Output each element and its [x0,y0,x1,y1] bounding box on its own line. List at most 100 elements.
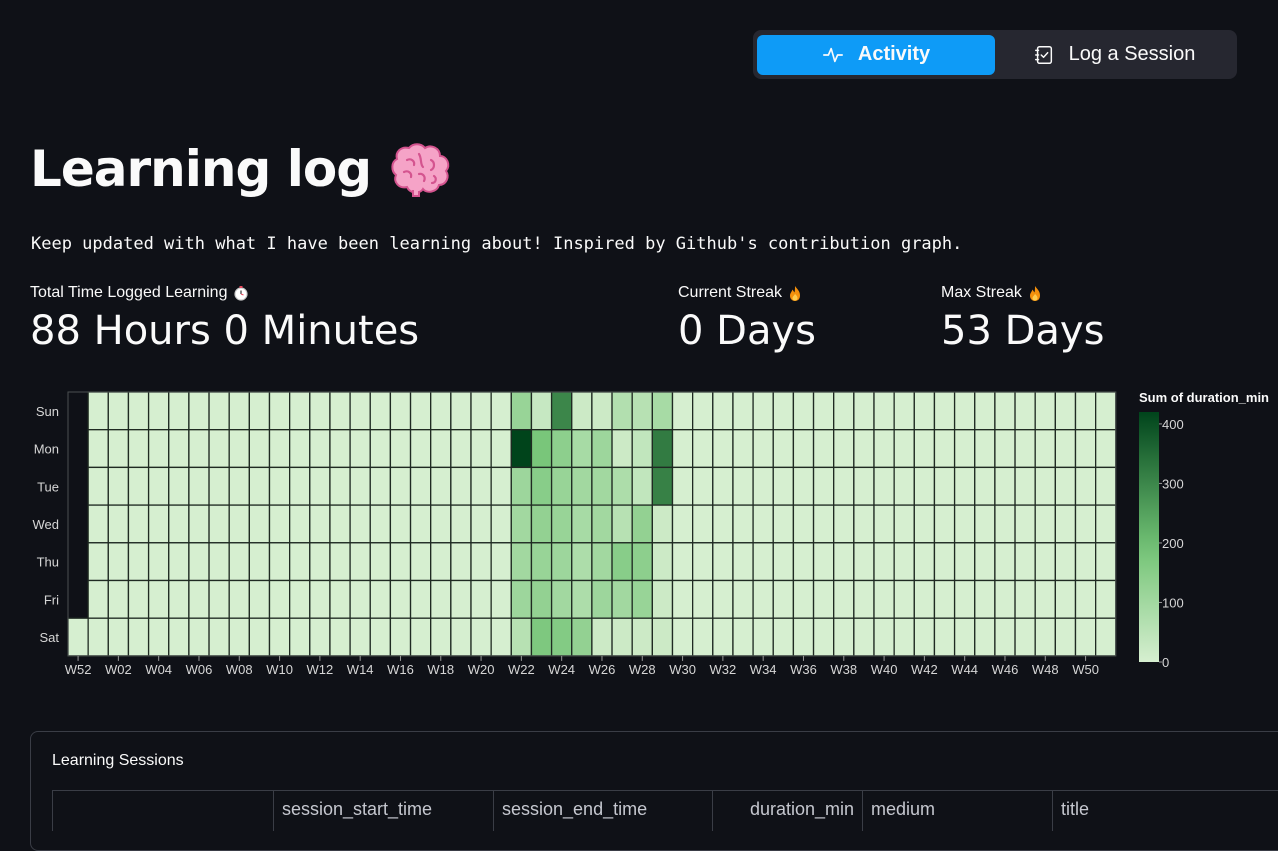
heatmap-cell[interactable] [611,504,633,544]
heatmap-cell[interactable] [1074,391,1097,431]
heatmap-cell[interactable] [450,579,472,619]
heatmap-cell[interactable] [168,466,190,506]
heatmap-cell[interactable] [430,542,452,582]
heatmap-cell[interactable] [329,429,351,469]
heatmap-cell[interactable] [893,579,915,619]
heatmap-cell[interactable] [732,579,754,619]
heatmap-cell[interactable] [812,504,835,544]
heatmap-cell[interactable] [208,391,230,431]
heatmap-cell[interactable] [409,617,432,657]
heatmap-cell[interactable] [248,579,271,619]
heatmap-cell[interactable] [611,579,633,619]
heatmap-cell[interactable] [349,466,371,506]
heatmap-cell[interactable] [591,466,613,506]
heatmap-cell[interactable] [591,391,613,431]
heatmap-cell[interactable] [692,617,714,657]
heatmap-cell[interactable] [772,617,795,657]
heatmap-cell[interactable] [611,542,633,582]
heatmap-cell[interactable] [853,429,875,469]
heatmap-cell[interactable] [409,391,432,431]
heatmap-cell[interactable] [530,617,553,657]
heatmap-cell[interactable] [470,504,492,544]
heatmap-cell[interactable] [812,466,835,506]
heatmap-cell[interactable] [994,391,1016,431]
heatmap-cell[interactable] [470,542,492,582]
heatmap-cell[interactable] [1095,579,1117,619]
heatmap-cell[interactable] [994,504,1016,544]
heatmap-cell[interactable] [329,542,351,582]
heatmap-cell[interactable] [389,391,412,431]
heatmap-cell[interactable] [1074,466,1097,506]
heatmap-cell[interactable] [712,504,734,544]
nav-activity-tab[interactable]: Activity [757,34,995,75]
heatmap-cell[interactable] [1034,579,1056,619]
heatmap-cell[interactable] [712,429,734,469]
heatmap-cell[interactable] [994,429,1016,469]
heatmap-cell[interactable] [450,429,472,469]
heatmap-cell[interactable] [107,617,130,657]
heatmap-cell[interactable] [772,542,795,582]
heatmap-cell[interactable] [651,542,674,582]
heatmap-cell[interactable] [833,429,855,469]
heatmap-cell[interactable] [772,504,795,544]
heatmap-cell[interactable] [571,466,593,506]
heatmap-cell[interactable] [470,579,492,619]
heatmap-cell[interactable] [349,617,371,657]
heatmap-cell[interactable] [168,391,190,431]
heatmap-cell[interactable] [933,429,956,469]
heatmap-cell[interactable] [349,429,371,469]
heatmap-cell[interactable] [732,391,754,431]
heatmap-cell[interactable] [530,429,553,469]
heatmap-cell[interactable] [510,391,533,431]
heatmap-cell[interactable] [853,617,875,657]
heatmap-cell[interactable] [248,617,271,657]
heatmap-cell[interactable] [873,466,895,506]
heatmap-cell[interactable] [772,429,795,469]
heatmap-cell[interactable] [268,429,291,469]
heatmap-cell[interactable] [591,617,613,657]
heatmap-cell[interactable] [329,504,351,544]
heatmap-cell[interactable] [752,391,774,431]
heatmap-cell[interactable] [833,542,855,582]
heatmap-cell[interactable] [168,504,190,544]
heatmap-cell[interactable] [369,466,392,506]
heatmap-cell[interactable] [994,579,1016,619]
heatmap-cell[interactable] [329,391,351,431]
heatmap-cell[interactable] [550,466,573,506]
heatmap-cell[interactable] [288,466,311,506]
heatmap-cell[interactable] [953,391,976,431]
heatmap-cell[interactable] [732,542,754,582]
heatmap-cell[interactable] [228,391,250,431]
heatmap-cell[interactable] [490,542,512,582]
heatmap-cell[interactable] [268,579,291,619]
heatmap-cell[interactable] [913,542,936,582]
heatmap-cell[interactable] [389,617,412,657]
heatmap-cell[interactable] [369,542,392,582]
heatmap-cell[interactable] [87,504,109,544]
heatmap-cell[interactable] [127,504,150,544]
heatmap-cell[interactable] [994,617,1016,657]
heatmap-cell[interactable] [893,466,915,506]
heatmap-cell[interactable] [268,542,291,582]
heatmap-cell[interactable] [369,429,392,469]
heatmap-cell[interactable] [349,391,371,431]
heatmap-cell[interactable] [228,466,250,506]
heatmap-cell[interactable] [309,542,331,582]
heatmap-cell[interactable] [470,429,492,469]
heatmap-cell[interactable] [510,579,533,619]
heatmap-cell[interactable] [1014,429,1036,469]
heatmap-cell[interactable] [712,617,734,657]
heatmap-cell[interactable] [369,504,392,544]
heatmap-cell[interactable] [550,429,573,469]
heatmap-cell[interactable] [389,542,412,582]
heatmap-cell[interactable] [490,579,512,619]
nav-log-session-tab[interactable]: Log a Session [995,35,1233,75]
heatmap-cell[interactable] [752,542,774,582]
heatmap-cell[interactable] [591,504,613,544]
heatmap-cell[interactable] [268,466,291,506]
heatmap-cell[interactable] [1034,466,1056,506]
heatmap-cell[interactable] [490,391,512,431]
heatmap-cell[interactable] [389,504,412,544]
heatmap-cell[interactable] [913,579,936,619]
heatmap-cell[interactable] [349,542,371,582]
